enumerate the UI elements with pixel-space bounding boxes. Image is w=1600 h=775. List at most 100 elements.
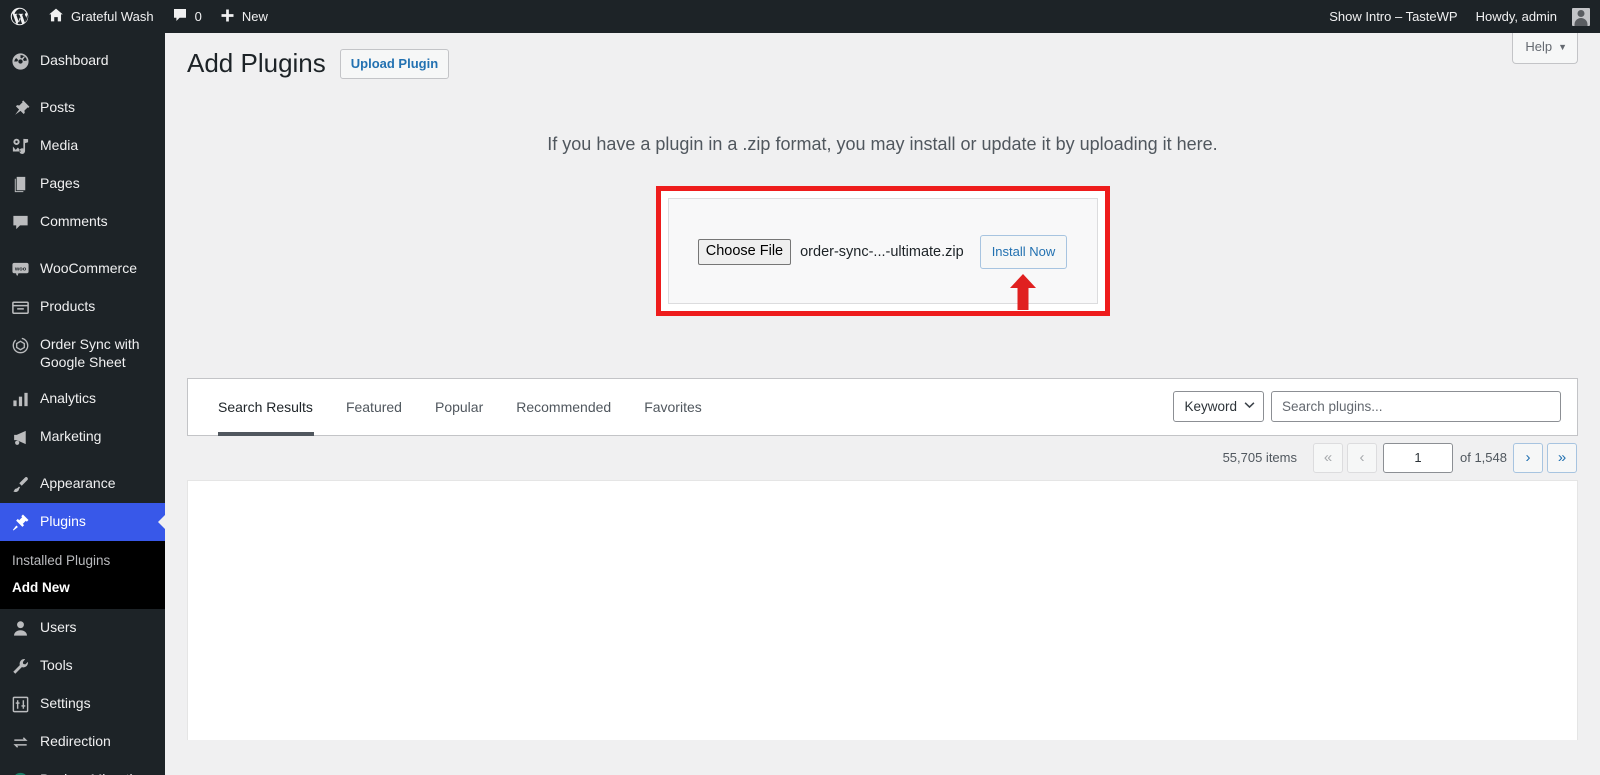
comments-count: 0 <box>194 9 202 24</box>
pin-icon <box>10 98 30 118</box>
wordpress-logo-icon <box>9 6 30 27</box>
plug-icon <box>10 512 30 532</box>
comment-bubble-icon <box>172 7 188 26</box>
media-icon <box>10 136 30 156</box>
sidebar-item-label: Backup Migration <box>40 770 165 775</box>
sidebar-item-media[interactable]: Media <box>0 127 165 165</box>
choose-file-button[interactable]: Choose File <box>697 239 792 265</box>
svg-text:woo: woo <box>13 266 26 272</box>
plugins-submenu: Installed Plugins Add New <box>0 541 165 609</box>
sidebar-item-label: Products <box>40 298 96 314</box>
sidebar-item-label: Order Sync with Google Sheet <box>40 336 140 370</box>
sidebar-item-users[interactable]: Users <box>0 609 165 647</box>
sidebar-item-products[interactable]: Products <box>0 288 165 326</box>
sidebar-item-comments[interactable]: Comments <box>0 203 165 241</box>
search-type-value: Keyword <box>1184 399 1237 415</box>
comment-bubble-icon <box>10 212 30 232</box>
comments-menu[interactable]: 0 <box>163 0 211 33</box>
previous-page-button[interactable]: ‹ <box>1347 442 1377 473</box>
admin-bar-right: Show Intro – TasteWP Howdy, admin <box>1320 0 1600 33</box>
products-icon <box>10 297 30 317</box>
sidebar-item-redirection[interactable]: Redirection <box>0 723 165 761</box>
sidebar-item-settings[interactable]: Settings <box>0 685 165 723</box>
wrench-icon <box>10 656 30 676</box>
chevron-down-icon: ▼ <box>1558 42 1567 52</box>
tab-favorites[interactable]: Favorites <box>629 378 717 436</box>
howdy-label: Howdy, admin <box>1475 9 1557 24</box>
sidebar-item-order-sync-with-google-sheet[interactable]: Order Sync with Google Sheet <box>0 326 165 380</box>
sidebar-item-label: Comments <box>40 213 108 229</box>
menu-spacer-top <box>0 33 165 42</box>
redirection-arrows-icon <box>10 732 30 752</box>
sidebar-item-analytics[interactable]: Analytics <box>0 380 165 418</box>
site-name-menu[interactable]: Grateful Wash <box>39 0 163 33</box>
last-page-button[interactable]: » <box>1547 442 1577 473</box>
pagination-bar: 55,705 items « ‹ of 1,548 › » <box>187 436 1578 480</box>
chevron-down-icon <box>1244 401 1255 412</box>
help-label: Help <box>1525 39 1553 54</box>
file-input-control[interactable]: Choose File order-sync-...-ultimate.zip <box>697 239 964 265</box>
avatar <box>1572 7 1590 26</box>
sidebar-item-marketing[interactable]: Marketing <box>0 418 165 456</box>
menu-separator-2 <box>0 241 165 250</box>
menu-separator-1 <box>0 80 165 89</box>
wp-logo-menu[interactable] <box>0 0 39 33</box>
megaphone-icon <box>10 427 30 447</box>
order-sync-icon <box>10 335 30 355</box>
my-account-menu[interactable]: Howdy, admin <box>1467 0 1600 33</box>
upload-plugin-section: If you have a plugin in a .zip format, y… <box>187 131 1578 316</box>
items-count: 55,705 items <box>1222 450 1297 466</box>
help-tab-button[interactable]: Help ▼ <box>1512 33 1578 64</box>
submenu-item-add-new[interactable]: Add New <box>0 574 165 601</box>
sidebar-item-posts[interactable]: Posts <box>0 89 165 127</box>
upload-plugin-button[interactable]: Upload Plugin <box>339 49 450 79</box>
tab-search-results[interactable]: Search Results <box>204 378 328 436</box>
next-page-button[interactable]: › <box>1513 442 1543 473</box>
filter-tabs: Search Results Featured Popular Recommen… <box>204 378 720 436</box>
paintbrush-icon <box>10 474 30 494</box>
plugin-search-form: Keyword <box>1173 391 1561 423</box>
sidebar-item-backup-migration[interactable]: Backup Migration <box>0 761 165 775</box>
sidebar-item-label: Pages <box>40 175 80 191</box>
plugin-filter-bar: Search Results Featured Popular Recommen… <box>187 377 1578 436</box>
sidebar-item-dashboard[interactable]: Dashboard <box>0 42 165 80</box>
tab-recommended[interactable]: Recommended <box>501 378 626 436</box>
sidebar-item-label: Analytics <box>40 390 97 406</box>
new-content-menu[interactable]: New <box>211 0 277 33</box>
sidebar-item-appearance[interactable]: Appearance <box>0 465 165 503</box>
tab-featured[interactable]: Featured <box>331 378 417 436</box>
search-plugins-input[interactable] <box>1271 391 1561 423</box>
dashboard-icon <box>10 51 30 71</box>
first-page-button[interactable]: « <box>1313 442 1343 473</box>
search-type-select[interactable]: Keyword <box>1173 391 1264 423</box>
install-now-button[interactable]: Install Now <box>979 234 1068 269</box>
sidebar-item-pages[interactable]: Pages <box>0 165 165 203</box>
sidebar-item-label: Appearance <box>40 475 116 491</box>
analytics-bars-icon <box>10 389 30 409</box>
sidebar-item-tools[interactable]: Tools <box>0 647 165 685</box>
current-page-input[interactable] <box>1383 442 1453 473</box>
plugin-results-area <box>187 479 1578 740</box>
sidebar-item-label: Users <box>40 619 77 635</box>
selected-file-name: order-sync-...-ultimate.zip <box>800 243 964 260</box>
sidebar-item-label: Media <box>40 137 79 153</box>
wp-body: Help ▼ Add Plugins Upload Plugin If you h… <box>165 33 1600 775</box>
sidebar-item-label: Redirection <box>40 733 111 749</box>
sidebar-item-label: Posts <box>40 99 76 115</box>
page-header: Add Plugins Upload Plugin <box>187 33 1578 81</box>
sidebar-item-label: Tools <box>40 657 73 673</box>
sidebar-item-label: Plugins <box>40 513 86 529</box>
sidebar-item-label: WooCommerce <box>40 260 137 276</box>
submenu-item-installed-plugins[interactable]: Installed Plugins <box>0 547 165 574</box>
sidebar-item-woocommerce[interactable]: woo WooCommerce <box>0 250 165 288</box>
tab-popular[interactable]: Popular <box>420 378 498 436</box>
red-arrow-annotation-icon <box>1009 273 1036 310</box>
sidebar-item-plugins[interactable]: Plugins <box>0 503 165 541</box>
sidebar-item-label: Marketing <box>40 428 102 444</box>
new-label: New <box>241 9 268 24</box>
user-icon <box>10 618 30 638</box>
show-intro-tastewp[interactable]: Show Intro – TasteWP <box>1320 0 1466 33</box>
upload-highlight-box: Choose File order-sync-...-ultimate.zip … <box>655 185 1110 316</box>
menu-separator-3 <box>0 456 165 465</box>
admin-sidebar-menu: Dashboard Posts Media Pages Comments woo… <box>0 33 165 775</box>
